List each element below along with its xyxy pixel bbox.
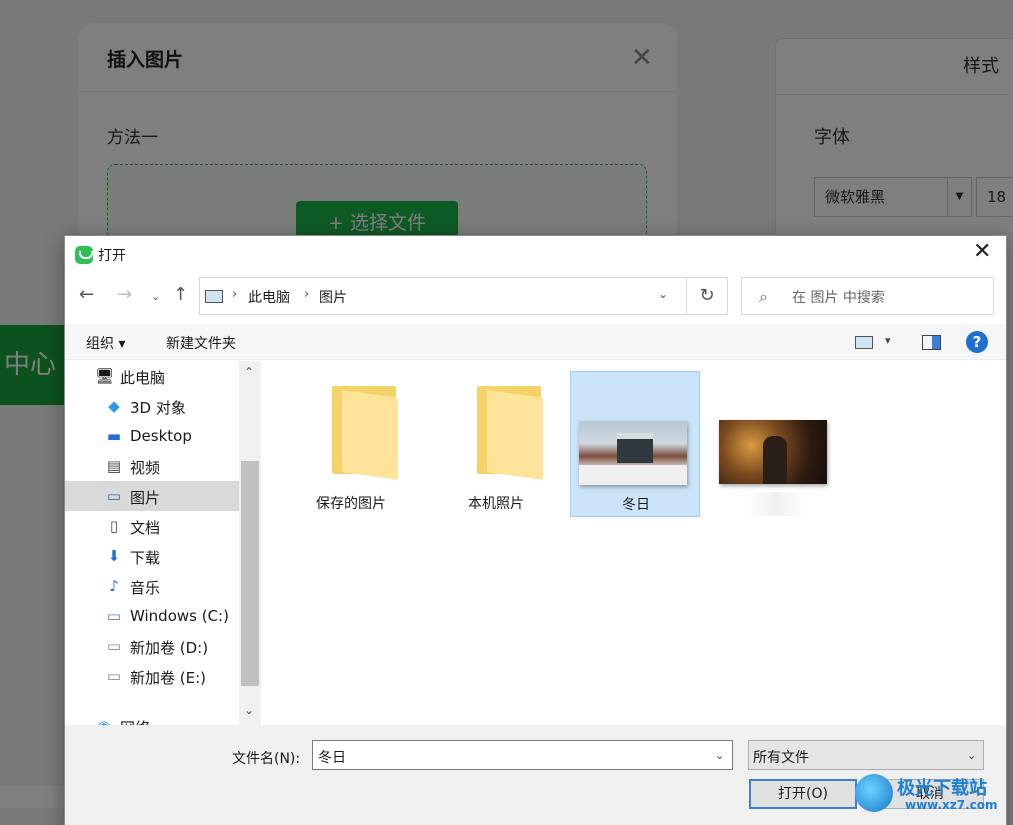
view-options-icon[interactable]: [855, 336, 873, 349]
file-name: 保存的图片: [316, 496, 386, 512]
chevron-down-icon: ⌄: [967, 749, 977, 762]
file-name: 冬日: [622, 497, 650, 513]
file-item-folder[interactable]: 本机照片: [431, 371, 561, 517]
file-type-value: 所有文件: [753, 750, 809, 766]
scroll-down-icon[interactable]: ⌄: [244, 703, 254, 717]
chevron-down-icon[interactable]: ⌄: [715, 749, 724, 762]
up-arrow-icon[interactable]: ↑: [173, 284, 188, 305]
nav-item-pictures[interactable]: ▭ 图片: [65, 481, 239, 511]
nav-item-label: 视频: [130, 459, 161, 477]
drive-icon: ▭: [106, 667, 122, 685]
drive-icon: ▭: [106, 607, 122, 625]
video-icon: ▤: [106, 457, 122, 475]
pictures-icon: ▭: [106, 487, 122, 505]
watermark-name: 极光下载站: [897, 778, 987, 799]
nav-item-label: 新加卷 (D:): [130, 639, 209, 657]
document-icon: ▯: [109, 517, 119, 535]
watermark-url: www.xz7.com: [905, 798, 998, 812]
pictures-icon: [205, 290, 223, 303]
open-button[interactable]: 打开(O): [749, 779, 857, 809]
help-icon[interactable]: ?: [966, 331, 988, 353]
organize-button[interactable]: 组织 ▾: [86, 333, 125, 353]
breadcrumb-separator-icon: ›: [304, 287, 310, 302]
file-list: 保存的图片 本机照片 冬日: [261, 361, 1006, 725]
nav-item-drive-e[interactable]: ▭ 新加卷 (E:): [65, 661, 239, 691]
desktop-icon: ▬: [106, 427, 122, 445]
preview-pane-icon[interactable]: [922, 335, 941, 350]
nav-item-3d-objects[interactable]: ◆ 3D 对象: [65, 391, 239, 421]
folder-icon: [332, 386, 402, 480]
navigation-pane: 🖥 此电脑 ◆ 3D 对象 ▬ Desktop ▤ 视频 ▭ 图片 ▯ 文档 ⬇…: [65, 361, 261, 725]
nav-item-label: 图片: [130, 489, 161, 507]
file-item-image-selected[interactable]: 冬日: [570, 371, 700, 517]
open-file-dialog: 打开 ✕ ← → ⌄ ↑ › 此电脑 › 图片 ⌄ ↻ ⌕ 在 图片 中搜索 组…: [64, 235, 1007, 825]
refresh-icon[interactable]: ↻: [686, 277, 728, 315]
back-arrow-icon[interactable]: ←: [79, 284, 94, 305]
watermark-logo: 极光下载站 www.xz7.com: [855, 770, 1010, 820]
recent-locations-chevron-icon[interactable]: ⌄: [151, 290, 160, 303]
blurred-file-name: [745, 492, 807, 516]
app-icon: [75, 246, 93, 264]
scrollbar-thumb[interactable]: [241, 461, 259, 686]
nav-item-drive-c[interactable]: ▭ Windows (C:): [65, 601, 239, 631]
address-bar[interactable]: › 此电脑 › 图片 ⌄: [199, 277, 687, 315]
scroll-up-icon[interactable]: ⌃: [244, 365, 254, 379]
dialog-title: 打开: [98, 248, 126, 264]
chevron-down-icon[interactable]: ⌄: [658, 287, 668, 301]
view-dropdown-icon[interactable]: ▾: [885, 334, 891, 347]
forward-arrow-icon[interactable]: →: [117, 284, 132, 305]
nav-item-documents[interactable]: ▯ 文档: [65, 511, 239, 541]
nav-item-label: Windows (C:): [130, 607, 229, 625]
nav-item-label: 网络: [120, 717, 150, 725]
nav-item-label: 下载: [130, 549, 161, 567]
command-bar: 组织 ▾ 新建文件夹 ▾ ?: [65, 324, 1006, 360]
logo-icon: [855, 774, 893, 812]
navigation-bar: ← → ⌄ ↑ › 此电脑 › 图片 ⌄ ↻ ⌕ 在 图片 中搜索: [65, 276, 1006, 320]
drive-icon: ▭: [106, 637, 122, 655]
file-type-select[interactable]: 所有文件 ⌄: [748, 740, 984, 770]
filename-input[interactable]: 冬日 ⌄: [312, 740, 733, 770]
file-item-folder[interactable]: 保存的图片: [286, 371, 416, 517]
search-icon: ⌕: [759, 287, 768, 306]
download-icon: ⬇: [107, 547, 121, 565]
nav-item-drive-d[interactable]: ▭ 新加卷 (D:): [65, 631, 239, 661]
nav-item-desktop[interactable]: ▬ Desktop: [65, 421, 239, 451]
new-folder-button[interactable]: 新建文件夹: [166, 333, 236, 353]
nav-item-label: 新加卷 (E:): [130, 669, 207, 687]
computer-icon: 🖥: [95, 367, 115, 385]
search-input[interactable]: ⌕ 在 图片 中搜索: [741, 277, 994, 315]
image-thumbnail: [719, 420, 827, 484]
search-placeholder: 在 图片 中搜索: [792, 290, 885, 306]
nav-item-network[interactable]: ◉ 网络: [65, 711, 239, 725]
nav-item-label: 音乐: [130, 579, 161, 597]
filename-label: 文件名(N):: [232, 751, 301, 767]
nav-item-label: 文档: [130, 519, 161, 537]
breadcrumb-separator-icon: ›: [232, 287, 238, 302]
nav-pane-scrollbar[interactable]: ⌃ ⌄: [239, 361, 261, 725]
breadcrumb-this-pc[interactable]: 此电脑: [248, 287, 290, 307]
nav-item-label: 此电脑: [120, 369, 166, 387]
filename-value: 冬日: [318, 750, 346, 766]
dialog-titlebar: 打开 ✕: [65, 236, 1006, 272]
file-name: 本机照片: [468, 496, 524, 512]
network-icon: ◉: [95, 717, 113, 725]
nav-item-label: 3D 对象: [130, 399, 186, 417]
close-icon[interactable]: ✕: [973, 241, 991, 263]
cube-icon: ◆: [108, 397, 120, 415]
folder-icon: [477, 386, 547, 480]
nav-item-label: Desktop: [130, 427, 192, 445]
breadcrumb-pictures[interactable]: 图片: [319, 287, 347, 307]
music-icon: ♪: [109, 577, 119, 595]
nav-item-downloads[interactable]: ⬇ 下载: [65, 541, 239, 571]
nav-item-this-pc[interactable]: 🖥 此电脑: [65, 361, 239, 391]
image-thumbnail: [579, 421, 687, 485]
nav-item-music[interactable]: ♪ 音乐: [65, 571, 239, 601]
nav-item-videos[interactable]: ▤ 视频: [65, 451, 239, 481]
